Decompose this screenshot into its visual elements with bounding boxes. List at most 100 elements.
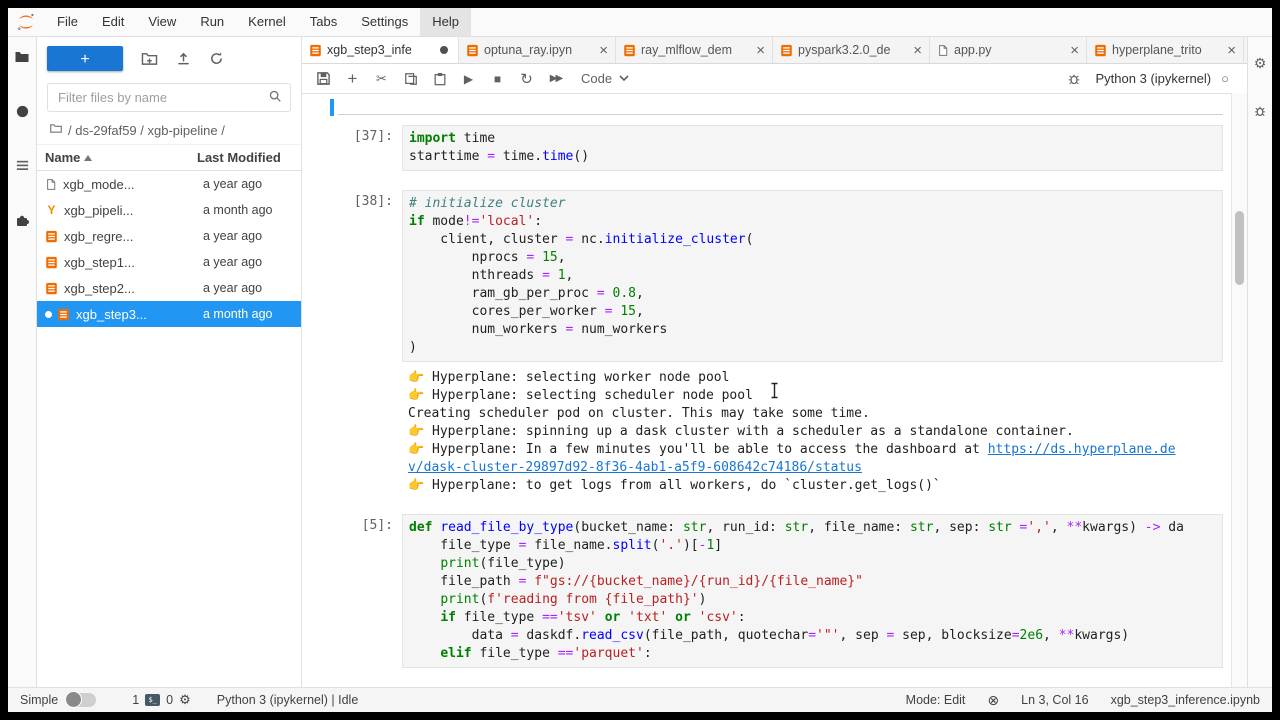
- tab-ray_mlflow_dem[interactable]: ray_mlflow_dem×: [616, 37, 773, 63]
- copy-cells-button[interactable]: [397, 67, 424, 91]
- table-row[interactable]: xgb_step2...a year ago: [37, 275, 301, 301]
- code-line: print(f'reading from {file_path}'): [409, 591, 1216, 609]
- tab-close-icon[interactable]: ×: [756, 43, 765, 58]
- unsaved-dot-icon: [45, 311, 52, 318]
- kernel-name-button[interactable]: Python 3 (ipykernel): [1096, 71, 1212, 86]
- menu-item-edit[interactable]: Edit: [90, 8, 136, 36]
- active-cell-collapser[interactable]: [330, 99, 334, 116]
- menu-item-tabs[interactable]: Tabs: [298, 8, 349, 36]
- code-line: # initialize cluster: [409, 195, 1216, 213]
- column-header-name[interactable]: Name: [45, 150, 197, 165]
- home-folder-icon[interactable]: [49, 122, 63, 138]
- cell-editor[interactable]: import timestarttime = time.time(): [402, 125, 1223, 171]
- cell-editor[interactable]: def read_file_by_type(bucket_name: str, …: [402, 514, 1223, 668]
- table-row[interactable]: Yxgb_pipeli...a month ago: [37, 197, 301, 223]
- table-row[interactable]: xgb_step1...a year ago: [37, 249, 301, 275]
- screen: FileEditViewRunKernelTabsSettingsHelp: [0, 0, 1280, 720]
- code-line: import time: [409, 130, 1216, 148]
- output-line: v/dask-cluster-29897d92-8f36-4ab1-a5f9-6…: [408, 459, 1217, 477]
- run-all-cells-button[interactable]: ▶▶: [542, 67, 569, 91]
- tab-close-icon[interactable]: ×: [599, 43, 608, 58]
- table-row[interactable]: xgb_step3...a month ago: [37, 301, 301, 327]
- property-inspector-gear-icon[interactable]: ⚙: [1254, 55, 1267, 72]
- code-line: elif file_type =='parquet':: [409, 645, 1216, 663]
- new-launcher-button[interactable]: +: [47, 46, 123, 71]
- code-line: file_type = file_name.split('.')[-1]: [409, 537, 1216, 555]
- tab-close-icon[interactable]: ×: [1070, 43, 1079, 58]
- file-modified: a year ago: [203, 229, 293, 243]
- file-name: xgb_step3...: [76, 307, 197, 322]
- output-link[interactable]: https://ds.hyperplane.de: [988, 442, 1176, 457]
- insert-cell-button[interactable]: +: [339, 67, 366, 91]
- notebook-icon: [309, 44, 322, 57]
- restart-kernel-button[interactable]: ↻: [513, 67, 540, 91]
- notebook-scrollbar[interactable]: [1231, 93, 1247, 687]
- column-header-modified[interactable]: Last Modified: [197, 150, 293, 165]
- output-line: 👉 Hyperplane: to get logs from all worke…: [408, 477, 1217, 495]
- paste-cells-button[interactable]: [426, 67, 453, 91]
- menu-item-file[interactable]: File: [45, 8, 90, 36]
- simple-mode-label: Simple: [20, 693, 58, 707]
- tab-hyperplane_trito[interactable]: hyperplane_trito×: [1087, 37, 1244, 63]
- simple-mode-toggle[interactable]: [66, 693, 96, 707]
- tab-close-icon[interactable]: ×: [913, 43, 922, 58]
- file-name: xgb_mode...: [63, 177, 197, 192]
- cursor-position[interactable]: Ln 3, Col 16: [1021, 693, 1088, 707]
- menu-item-kernel[interactable]: Kernel: [236, 8, 298, 36]
- tab-app.py[interactable]: app.py×: [930, 37, 1087, 63]
- refresh-icon[interactable]: [209, 51, 224, 66]
- upload-icon[interactable]: [176, 51, 191, 66]
- tab-optuna_ray.ipyn[interactable]: optuna_ray.ipyn×: [459, 37, 616, 63]
- jupyterlab-window: FileEditViewRunKernelTabsSettingsHelp: [8, 8, 1272, 712]
- file-name: xgb_regre...: [64, 229, 197, 244]
- unsaved-dot-icon[interactable]: [440, 46, 448, 54]
- chevron-down-icon: [619, 75, 629, 82]
- file-icon: [45, 178, 57, 191]
- debugger-bug-icon[interactable]: [1061, 67, 1088, 91]
- menu-item-settings[interactable]: Settings: [349, 8, 420, 36]
- kernel-status-text[interactable]: Python 3 (ipykernel) | Idle: [217, 693, 359, 707]
- tab-close-icon[interactable]: ×: [1227, 43, 1236, 58]
- terminal-count: 1: [132, 693, 139, 707]
- code-line: nprocs = 15,: [409, 249, 1216, 267]
- command-mode-indicator[interactable]: Mode: Edit: [906, 693, 966, 707]
- yaml-icon: Y: [45, 203, 58, 217]
- sessions-indicator[interactable]: 1 $_ 0 ⚙: [132, 692, 191, 708]
- table-row[interactable]: xgb_regre... a year ago: [37, 223, 301, 249]
- save-button[interactable]: [310, 67, 337, 91]
- code-line: starttime = time.time(): [409, 148, 1216, 166]
- menu-item-view[interactable]: View: [136, 8, 188, 36]
- notifications-icon[interactable]: ⊗: [987, 692, 999, 709]
- breadcrumb[interactable]: / ds-29faf59 / xgb-pipeline /: [37, 114, 301, 144]
- partially-scrolled-cell[interactable]: [338, 102, 1223, 115]
- output-link[interactable]: v/dask-cluster-29897d92-8f36-4ab1-a5f9-6…: [408, 460, 862, 475]
- tab-bar: xgb_step3_infeoptuna_ray.ipyn×ray_mlflow…: [302, 37, 1247, 64]
- cell-editor[interactable]: # initialize clusterif mode!='local': cl…: [402, 190, 1223, 362]
- code-line: nthreads = 1,: [409, 267, 1216, 285]
- cut-cells-button[interactable]: ✂: [368, 67, 395, 91]
- tab-pyspark3.2.0_de[interactable]: pyspark3.2.0_de×: [773, 37, 930, 63]
- debugger-sidebar-icon[interactable]: [1253, 104, 1267, 121]
- table-of-contents-icon[interactable]: [15, 158, 30, 178]
- cell-type-dropdown[interactable]: Code: [581, 71, 629, 86]
- tab-xgb_step3_infe[interactable]: xgb_step3_infe: [302, 37, 459, 63]
- file-icon: [937, 44, 949, 57]
- code-line: print(file_type): [409, 555, 1216, 573]
- table-row[interactable]: xgb_mode...a year ago: [37, 171, 301, 197]
- jupyterhub-logo-icon[interactable]: [15, 11, 37, 33]
- notebook-cell: [5]:def read_file_by_type(bucket_name: s…: [338, 514, 1223, 668]
- code-line: def read_file_by_type(bucket_name: str, …: [409, 519, 1216, 537]
- run-cell-button[interactable]: ▶: [455, 67, 482, 91]
- running-sessions-icon[interactable]: [15, 104, 30, 124]
- file-browser-icon[interactable]: [14, 49, 30, 70]
- extension-manager-icon[interactable]: [14, 212, 30, 233]
- filter-files-input[interactable]: [56, 89, 268, 106]
- menu-item-run[interactable]: Run: [188, 8, 236, 36]
- scrollbar-thumb[interactable]: [1235, 211, 1244, 285]
- new-folder-icon[interactable]: [141, 51, 158, 66]
- file-name: xgb_pipeli...: [64, 203, 197, 218]
- code-line: if mode!='local':: [409, 213, 1216, 231]
- interrupt-kernel-button[interactable]: ■: [484, 67, 511, 91]
- notebook-icon: [1094, 44, 1107, 57]
- menu-item-help[interactable]: Help: [420, 8, 471, 36]
